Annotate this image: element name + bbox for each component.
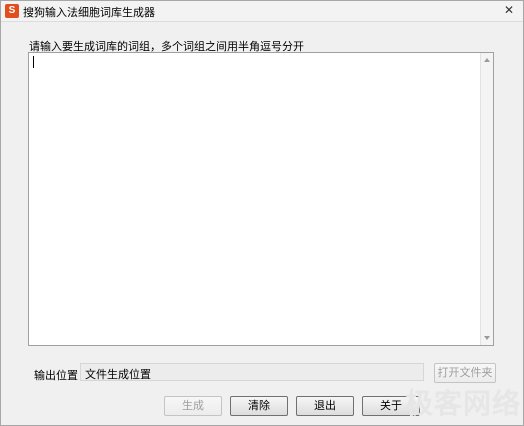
text-caret (33, 56, 34, 68)
words-textarea[interactable] (28, 52, 494, 346)
watermark-text: 极客网络 (405, 387, 521, 420)
vertical-scrollbar[interactable] (480, 53, 493, 345)
output-path-field: 文件生成位置 (80, 363, 424, 381)
scroll-down-arrow-icon[interactable] (484, 336, 490, 340)
close-icon[interactable]: ✕ (501, 2, 517, 18)
title-bar[interactable]: S 搜狗输入法细胞词库生成器 ✕ (1, 1, 523, 22)
window-title: 搜狗输入法细胞词库生成器 (23, 6, 155, 19)
exit-button[interactable]: 退出 (296, 396, 354, 416)
app-window: S 搜狗输入法细胞词库生成器 ✕ 请输入要生成词库的词组，多个词组之间用半角逗号… (0, 0, 524, 426)
clear-button[interactable]: 清除 (230, 396, 288, 416)
open-folder-button[interactable]: 打开文件夹 (434, 363, 496, 383)
sogou-app-icon: S (5, 4, 19, 18)
generate-button[interactable]: 生成 (164, 396, 222, 416)
output-location-label: 输出位置 (34, 369, 78, 382)
scroll-up-arrow-icon[interactable] (484, 58, 490, 62)
